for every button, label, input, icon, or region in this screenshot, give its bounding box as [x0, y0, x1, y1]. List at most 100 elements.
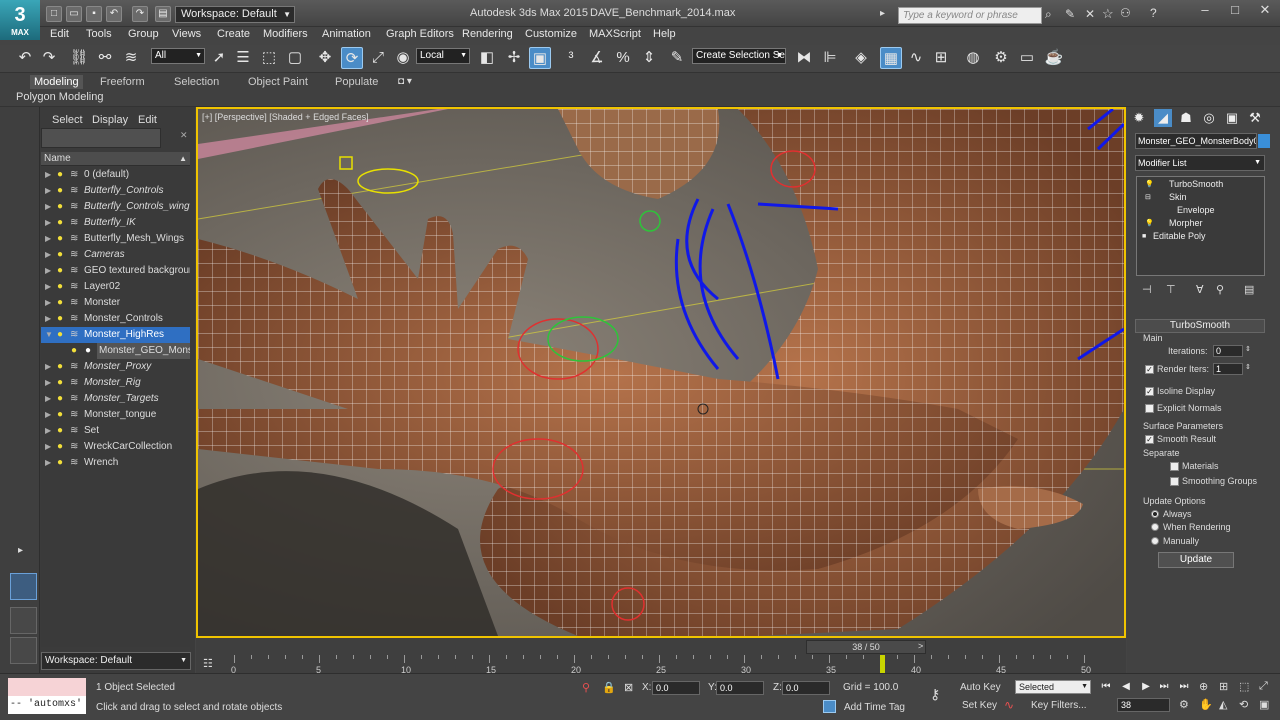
expand-icon[interactable]: ⊟: [1145, 191, 1151, 204]
explicit-normals-checkbox[interactable]: [1145, 404, 1154, 413]
favorites-star-icon[interactable]: ☆: [1102, 6, 1114, 22]
spinner-arrows-icon[interactable]: ⇕: [1245, 363, 1251, 371]
auto-key-button[interactable]: Auto Key: [960, 682, 1001, 693]
current-frame-marker[interactable]: [880, 655, 885, 673]
communication-icon[interactable]: ✕: [1085, 7, 1095, 21]
zoom-all-icon[interactable]: ⊞: [1219, 680, 1228, 693]
visibility-bulb-icon[interactable]: ●: [57, 199, 63, 215]
link-icon[interactable]: ⛓: [68, 47, 90, 69]
open-mini-curve-editor-icon[interactable]: ☷: [203, 657, 213, 670]
expand-arrow-icon[interactable]: ▶: [45, 167, 51, 183]
viewport-label[interactable]: [+] [Perspective] [Shaded + Edged Faces]: [202, 112, 369, 122]
expand-arrow-icon[interactable]: ▶: [45, 279, 51, 295]
expand-arrow-icon[interactable]: ▶: [45, 439, 51, 455]
go-to-end-icon[interactable]: ⏭: [1177, 680, 1191, 694]
layer-row[interactable]: ▶ ● ≋ GEO textured background: [41, 263, 190, 279]
menu-views[interactable]: Views: [172, 28, 201, 40]
pivot-center-icon[interactable]: ◧: [476, 47, 498, 69]
selection-filter-dropdown[interactable]: All ▼: [151, 48, 205, 64]
utilities-panel-icon[interactable]: ⚒: [1246, 109, 1264, 127]
stack-item-editable-poly[interactable]: ■ Editable Poly: [1137, 230, 1264, 243]
app-menu-button[interactable]: 3 MAX: [0, 0, 40, 40]
visibility-bulb-icon[interactable]: ●: [57, 359, 63, 375]
always-radio[interactable]: [1151, 510, 1159, 518]
x-coordinate-field[interactable]: 0.0: [652, 681, 700, 695]
bulb-icon[interactable]: 💡: [1145, 217, 1154, 230]
select-manipulate-icon[interactable]: ✢: [503, 47, 525, 69]
menu-rendering[interactable]: Rendering: [462, 28, 513, 40]
layer-manager-icon[interactable]: ◈: [850, 47, 872, 69]
open-file-icon[interactable]: ▭: [66, 6, 82, 22]
render-iters-spinner[interactable]: 1: [1213, 363, 1243, 375]
smoothing-groups-checkbox[interactable]: [1170, 477, 1179, 486]
layer-row[interactable]: ▶ ● ≋ Wrench: [41, 455, 190, 471]
stack-item-skin[interactable]: ⊟ Skin: [1137, 191, 1264, 204]
modifier-list-dropdown[interactable]: Modifier List ▼: [1135, 155, 1265, 171]
region-select-icon[interactable]: ⬚: [258, 47, 280, 69]
hierarchy-panel-icon[interactable]: ☗: [1177, 109, 1195, 127]
select-move-icon[interactable]: ✥: [314, 47, 336, 69]
smooth-result-checkbox[interactable]: ✓: [1145, 435, 1154, 444]
search-input[interactable]: Type a keyword or phrase: [898, 7, 1042, 24]
time-tag-icon[interactable]: [823, 700, 836, 713]
help-icon[interactable]: ?: [1150, 6, 1157, 20]
menu-maxscript[interactable]: MAXScript: [589, 28, 641, 40]
visibility-bulb-icon[interactable]: ●: [57, 295, 63, 311]
mirror-icon[interactable]: ⧓: [793, 47, 815, 69]
configure-modifier-sets-icon[interactable]: ▤: [1244, 283, 1254, 296]
selection-lock-icon[interactable]: 🔒: [602, 681, 616, 694]
select-by-name-icon[interactable]: ☰: [232, 47, 254, 69]
menu-graph-editors[interactable]: Graph Editors: [386, 28, 454, 40]
layer-row[interactable]: ▶ ● ≋ Butterfly_Mesh_Wings: [41, 231, 190, 247]
explorer-menu-edit[interactable]: Edit: [138, 114, 157, 126]
percent-snap-icon[interactable]: %: [612, 47, 634, 69]
layer-row[interactable]: ▶ ● ≋ Monster_Proxy: [41, 359, 190, 375]
select-scale-icon[interactable]: ⤢: [367, 47, 389, 69]
undo-icon[interactable]: ↶: [106, 6, 122, 22]
spinner-snap-icon[interactable]: ⇕: [638, 47, 660, 69]
visibility-bulb-icon[interactable]: ●: [57, 455, 63, 471]
select-object-icon[interactable]: ➚: [208, 47, 230, 69]
zoom-region-icon[interactable]: ⬚: [1239, 680, 1249, 693]
absolute-mode-icon[interactable]: ⊠: [624, 681, 633, 694]
expand-arrow-icon[interactable]: ▶: [45, 407, 51, 423]
spinner-arrows-icon[interactable]: ⇕: [1245, 345, 1251, 353]
visibility-bulb-icon[interactable]: ●: [57, 247, 63, 263]
zoom-extents-icon[interactable]: ⊕: [1199, 680, 1208, 693]
render-production-icon[interactable]: ☕: [1043, 47, 1065, 69]
expand-arrow-icon[interactable]: ▼: [45, 327, 53, 343]
object-color-swatch[interactable]: [1258, 134, 1270, 148]
menu-edit[interactable]: Edit: [50, 28, 69, 40]
y-coordinate-field[interactable]: 0.0: [716, 681, 764, 695]
ribbon-tab-populate[interactable]: Populate: [331, 75, 382, 89]
angle-snap-icon[interactable]: ∡: [586, 47, 608, 69]
layer-child-row[interactable]: ● ● Monster_GEO_Mons...: [41, 343, 190, 359]
previous-frame-icon[interactable]: ◀: [1119, 680, 1133, 694]
visibility-bulb-icon[interactable]: ●: [57, 215, 63, 231]
scene-explorer-icon[interactable]: ▦: [880, 47, 902, 69]
ribbon-tab-modeling[interactable]: Modeling: [30, 75, 83, 89]
expand-arrow-icon[interactable]: ▶: [45, 231, 51, 247]
render-iters-checkbox[interactable]: ✓: [1145, 365, 1154, 374]
field-of-view-icon[interactable]: ◭: [1219, 698, 1227, 711]
display-panel-icon[interactable]: ▣: [1223, 109, 1241, 127]
orbit-icon[interactable]: ⟲: [1239, 698, 1248, 711]
expand-arrow-icon[interactable]: ▶: [45, 423, 51, 439]
menu-create[interactable]: Create: [217, 28, 250, 40]
expand-arrow-icon[interactable]: ▶: [45, 215, 51, 231]
layer-row[interactable]: ▶ ● ≋ Cameras: [41, 247, 190, 263]
maximize-viewport-icon[interactable]: ⤢: [1259, 680, 1268, 693]
layer-row[interactable]: ▶ ● ≋ Set: [41, 423, 190, 439]
display-grid-icon[interactable]: [10, 637, 37, 664]
explorer-menu-select[interactable]: Select: [52, 114, 83, 126]
menu-group[interactable]: Group: [128, 28, 159, 40]
visibility-bulb-icon[interactable]: ●: [71, 343, 77, 359]
maximize-icon[interactable]: □: [1220, 0, 1250, 20]
visibility-bulb-icon[interactable]: ●: [57, 183, 63, 199]
manually-radio[interactable]: [1151, 537, 1159, 545]
key-selection-dropdown[interactable]: Selected ▼: [1015, 680, 1091, 694]
menu-help[interactable]: Help: [653, 28, 676, 40]
expand-arrow-icon[interactable]: ▶: [45, 199, 51, 215]
key-mode-icon[interactable]: ∿: [1004, 698, 1014, 712]
visibility-bulb-icon[interactable]: ●: [57, 327, 63, 343]
